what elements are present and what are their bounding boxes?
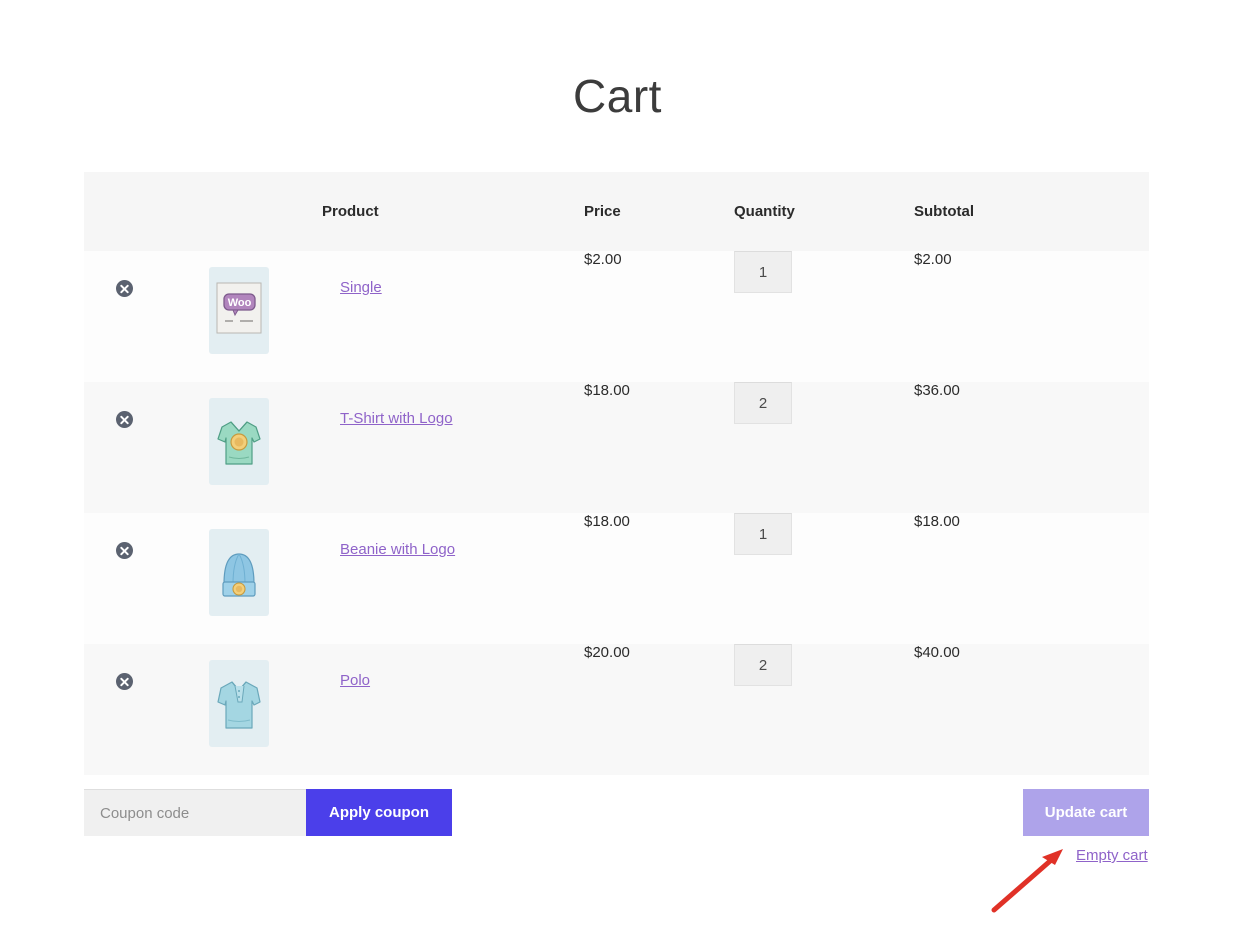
cell-price: $2.00 [584, 251, 734, 382]
quantity-input[interactable] [734, 251, 792, 293]
column-header-product: Product [322, 172, 584, 251]
cell-quantity [734, 251, 914, 382]
quantity-input[interactable] [734, 513, 792, 555]
table-row: Beanie with Logo $18.00 $18.00 [84, 513, 1149, 644]
cell-quantity [734, 644, 914, 775]
update-cart-button[interactable]: Update cart [1023, 789, 1149, 836]
product-thumbnail-tshirt[interactable] [209, 398, 269, 485]
cell-quantity [734, 513, 914, 644]
remove-circle-x-icon[interactable] [116, 411, 133, 428]
table-row: T-Shirt with Logo $18.00 $36.00 [84, 382, 1149, 513]
quantity-input[interactable] [734, 644, 792, 686]
cell-quantity [734, 382, 914, 513]
product-name-link[interactable]: T-Shirt with Logo [340, 410, 453, 427]
product-name-link[interactable]: Beanie with Logo [340, 541, 455, 558]
cart-table-body: Woo Single $2.00 $2.00 [84, 251, 1149, 775]
empty-cart-link[interactable]: Empty cart [1076, 847, 1148, 864]
cell-price: $18.00 [584, 382, 734, 513]
svg-text:Woo: Woo [228, 297, 252, 309]
column-header-price: Price [584, 172, 734, 251]
page-title: Cart [0, 69, 1235, 124]
remove-circle-x-icon[interactable] [116, 542, 133, 559]
cell-price: $20.00 [584, 644, 734, 775]
apply-coupon-button[interactable]: Apply coupon [306, 789, 452, 836]
column-header-thumbnail [178, 172, 322, 251]
table-row: Polo $20.00 $40.00 [84, 644, 1149, 775]
cell-product: Beanie with Logo [322, 513, 584, 644]
cell-product: Single [322, 251, 584, 382]
table-header-row: Product Price Quantity Subtotal [84, 172, 1149, 251]
column-header-subtotal: Subtotal [914, 172, 1149, 251]
cell-remove [84, 513, 178, 644]
cell-remove [84, 644, 178, 775]
coupon-code-input[interactable] [84, 789, 306, 836]
cell-subtotal: $40.00 [914, 644, 1149, 775]
remove-circle-x-icon[interactable] [116, 673, 133, 690]
quantity-input[interactable] [734, 382, 792, 424]
product-thumbnail-woo-album[interactable]: Woo [209, 267, 269, 354]
column-header-quantity: Quantity [734, 172, 914, 251]
cell-thumbnail [178, 382, 322, 513]
product-thumbnail-polo[interactable] [209, 660, 269, 747]
remove-circle-x-icon[interactable] [116, 280, 133, 297]
cell-subtotal: $2.00 [914, 251, 1149, 382]
product-thumbnail-beanie[interactable] [209, 529, 269, 616]
cart-page: Cart Product Price Quantity Subtotal [0, 0, 1235, 926]
cart-table: Product Price Quantity Subtotal Woo [84, 172, 1149, 775]
cell-product: T-Shirt with Logo [322, 382, 584, 513]
cell-thumbnail [178, 644, 322, 775]
cart-actions-row: Apply coupon Update cart [84, 789, 1149, 836]
cell-product: Polo [322, 644, 584, 775]
red-arrow-pointing-to-empty-cart [985, 838, 1080, 918]
cell-remove [84, 251, 178, 382]
product-name-link[interactable]: Polo [340, 672, 370, 689]
cell-thumbnail: Woo [178, 251, 322, 382]
cart-table-header: Product Price Quantity Subtotal [84, 172, 1149, 251]
cell-remove [84, 382, 178, 513]
column-header-remove [84, 172, 178, 251]
cell-subtotal: $36.00 [914, 382, 1149, 513]
cell-thumbnail [178, 513, 322, 644]
table-row: Woo Single $2.00 $2.00 [84, 251, 1149, 382]
cell-price: $18.00 [584, 513, 734, 644]
cell-subtotal: $18.00 [914, 513, 1149, 644]
product-name-link[interactable]: Single [340, 279, 382, 296]
